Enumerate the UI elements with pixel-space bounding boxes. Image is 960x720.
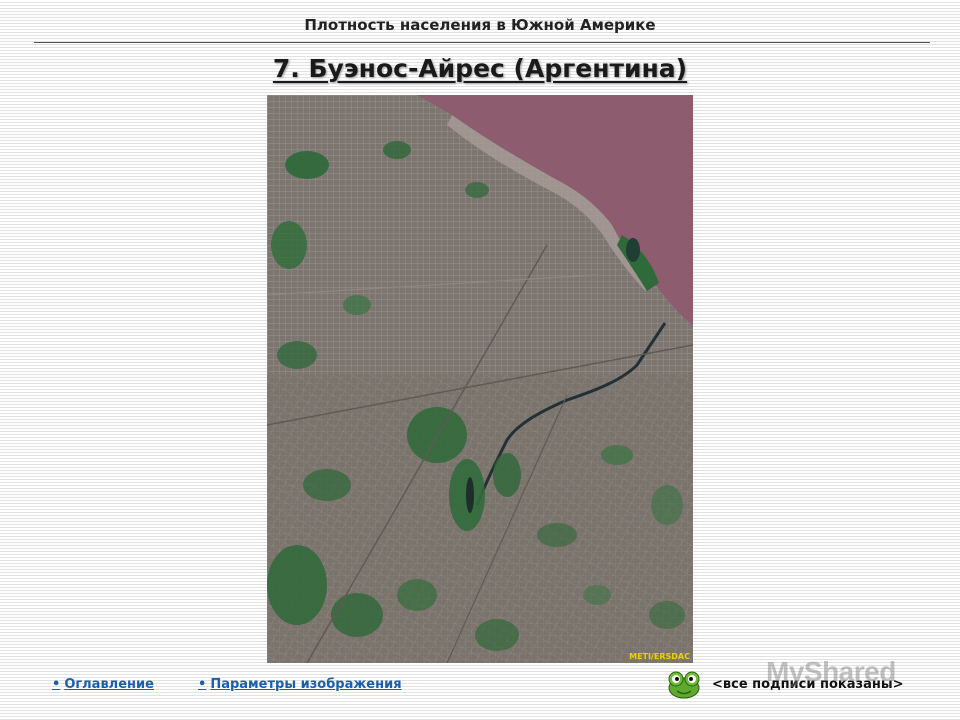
satellite-photo: METI/ERSDAC bbox=[267, 95, 693, 663]
toc-label: Оглавление bbox=[64, 677, 154, 692]
satellite-image-graphic bbox=[267, 95, 693, 663]
header-divider bbox=[34, 42, 930, 43]
frog-icon[interactable] bbox=[667, 669, 701, 699]
image-parameters-link[interactable]: • Параметры изображения bbox=[198, 677, 402, 692]
captions-status[interactable]: <все подписи показаны> bbox=[712, 677, 903, 692]
image-credit: METI/ERSDAC bbox=[629, 652, 690, 661]
slide-title: 7. Буэнос-Айрес (Аргентина) bbox=[272, 54, 688, 83]
bullet-icon: • bbox=[52, 677, 61, 692]
params-label: Параметры изображения bbox=[210, 677, 402, 692]
table-of-contents-link[interactable]: • Оглавление bbox=[52, 677, 154, 692]
presentation-title: Плотность населения в Южной Америке bbox=[304, 16, 656, 34]
bullet-icon: • bbox=[198, 677, 207, 692]
